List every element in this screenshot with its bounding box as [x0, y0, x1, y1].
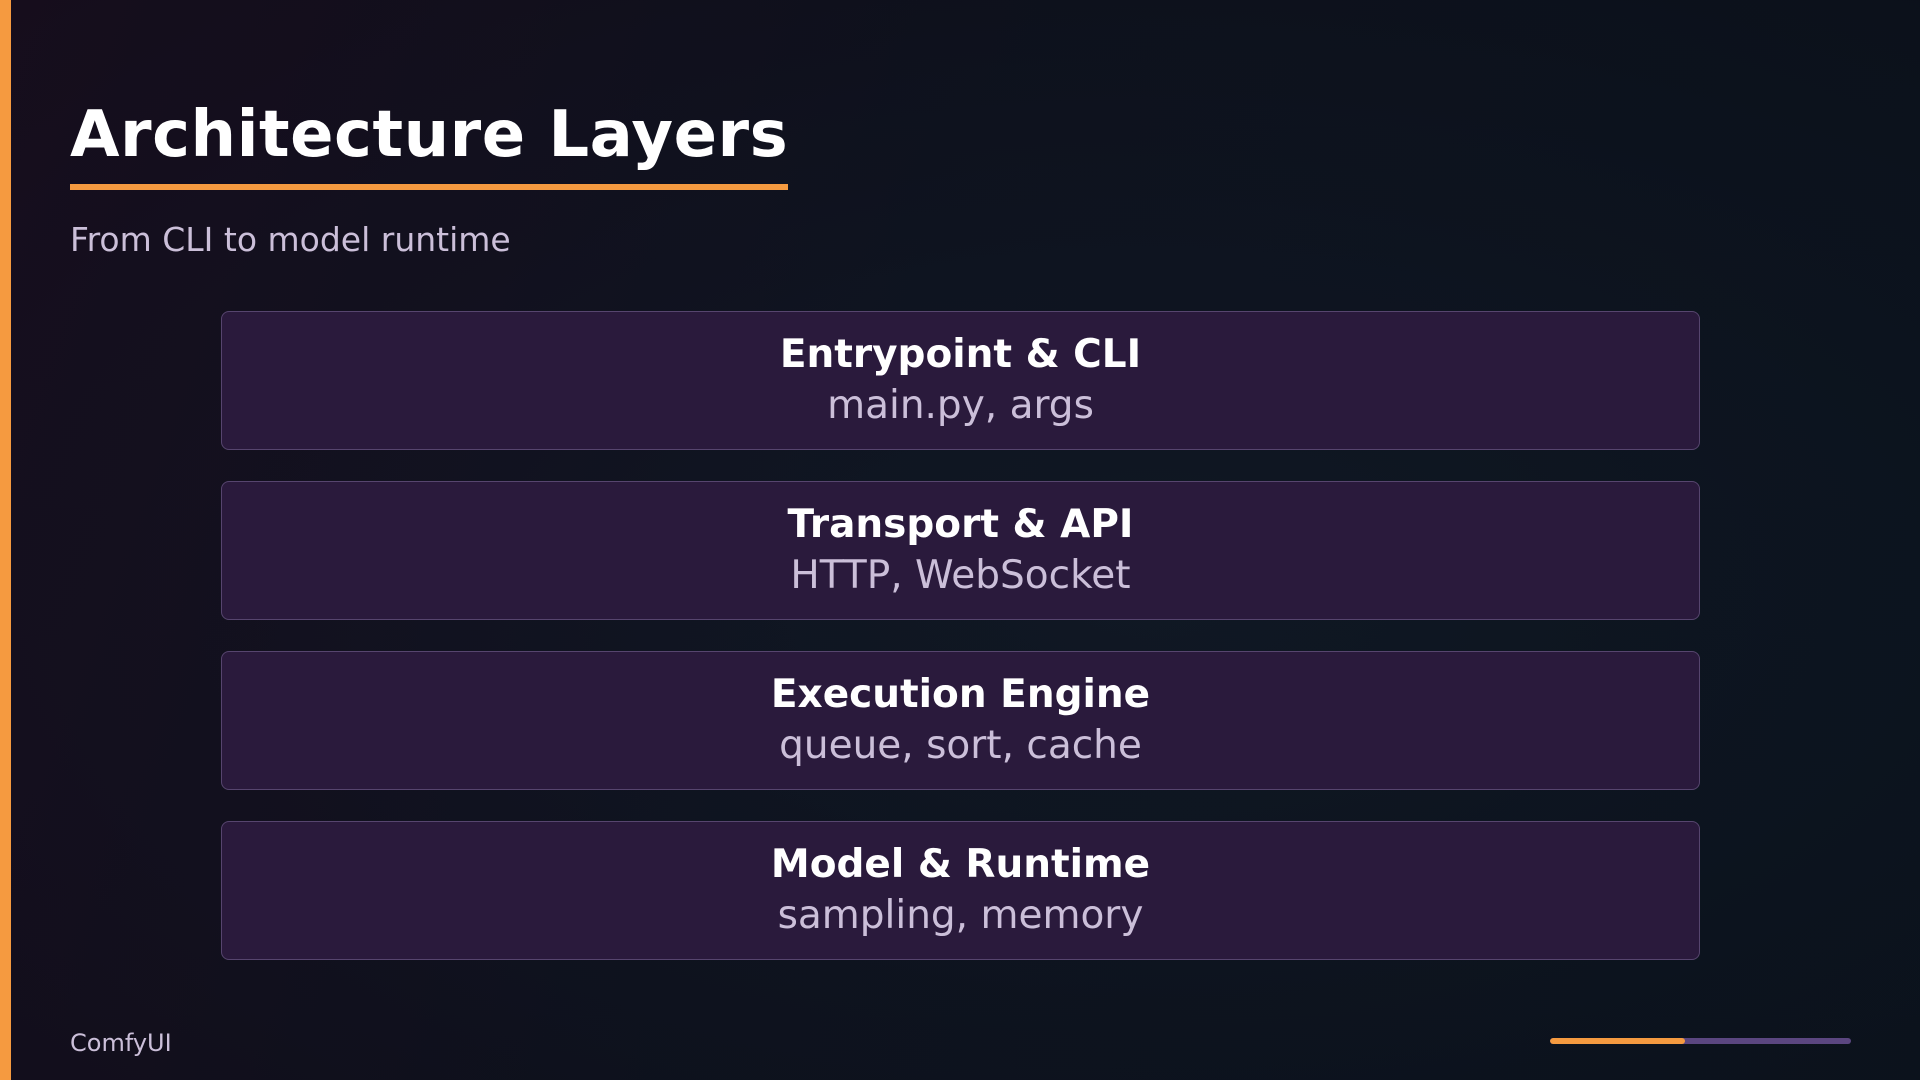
slide-title: Architecture Layers: [70, 96, 789, 190]
layer-detail: main.py, args: [827, 382, 1094, 428]
title-block: Architecture Layers: [70, 96, 789, 190]
layer-detail: HTTP, WebSocket: [790, 552, 1131, 598]
layer-title: Execution Engine: [770, 671, 1151, 717]
layer-detail: sampling, memory: [777, 892, 1144, 938]
footer-brand: ComfyUI: [70, 1029, 172, 1057]
left-accent-bar: [0, 0, 11, 1080]
layer-stack: Entrypoint & CLI main.py, args Transport…: [221, 311, 1700, 991]
layer-card-execution: Execution Engine queue, sort, cache: [221, 651, 1700, 790]
slide-subtitle: From CLI to model runtime: [70, 220, 511, 259]
layer-title: Entrypoint & CLI: [779, 331, 1142, 377]
layer-title: Model & Runtime: [770, 841, 1151, 887]
slide-progress-bar: [1550, 1038, 1851, 1044]
layer-detail: queue, sort, cache: [779, 722, 1142, 768]
slide-progress-fill: [1550, 1038, 1686, 1044]
layer-title: Transport & API: [787, 501, 1134, 547]
layer-card-model: Model & Runtime sampling, memory: [221, 821, 1700, 960]
layer-card-entrypoint: Entrypoint & CLI main.py, args: [221, 311, 1700, 450]
layer-card-transport: Transport & API HTTP, WebSocket: [221, 481, 1700, 620]
